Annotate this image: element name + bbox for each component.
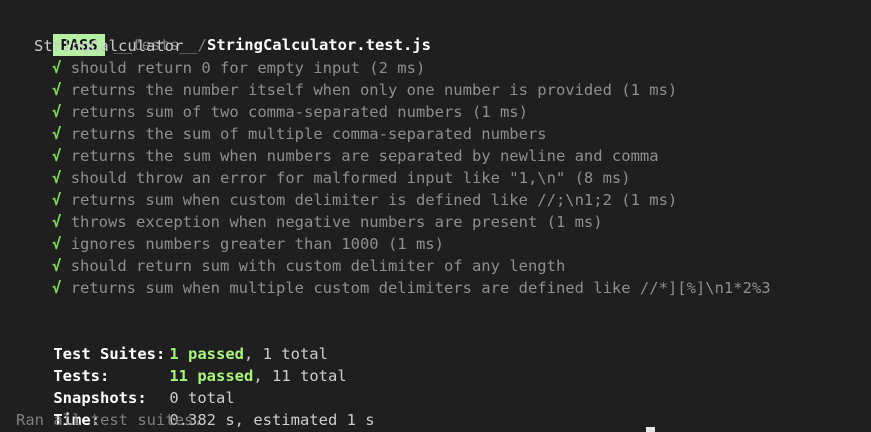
check-icon: √ bbox=[52, 279, 62, 297]
test-name: returns sum when multiple custom delimit… bbox=[70, 279, 771, 297]
terminal-cursor bbox=[646, 427, 655, 432]
summary-suites: Test Suites: 1 passed, 1 total bbox=[16, 321, 328, 363]
test-result-line: √ returns the number itself when only on… bbox=[52, 79, 677, 101]
tests-total: , 11 total bbox=[253, 367, 347, 385]
test-name: returns the sum when numbers are separat… bbox=[70, 147, 659, 165]
test-result-line: √ should throw an error for malformed in… bbox=[52, 167, 631, 189]
check-icon: √ bbox=[52, 147, 62, 165]
test-name: returns the sum of multiple comma-separa… bbox=[70, 125, 547, 143]
ran-all-message: Ran all test suites. bbox=[16, 411, 203, 429]
check-icon: √ bbox=[52, 103, 62, 121]
check-icon: √ bbox=[52, 257, 62, 275]
test-result-line: √ returns the sum of multiple comma-sepa… bbox=[52, 123, 547, 145]
test-name: returns sum of two comma-separated numbe… bbox=[70, 103, 528, 121]
test-name: ignores numbers greater than 1000 (1 ms) bbox=[70, 235, 444, 253]
check-icon: √ bbox=[52, 59, 62, 77]
test-name: should return sum with custom delimiter … bbox=[70, 257, 566, 275]
check-icon: √ bbox=[52, 81, 62, 99]
test-file-name: StringCalculator.test.js bbox=[206, 36, 431, 54]
test-result-line: √ should return sum with custom delimite… bbox=[52, 255, 565, 277]
check-icon: √ bbox=[52, 235, 62, 253]
test-name: should return 0 for empty input (2 ms) bbox=[70, 59, 426, 77]
test-name: returns sum when custom delimiter is def… bbox=[70, 191, 678, 209]
test-result-line: √ throws exception when negative numbers… bbox=[52, 211, 603, 233]
summary-tests: Tests: 11 passed, 11 total bbox=[16, 343, 346, 385]
test-result-line: √ returns sum when custom delimiter is d… bbox=[52, 189, 677, 211]
test-result-line: √ ignores numbers greater than 1000 (1 m… bbox=[52, 233, 444, 255]
test-name: throws exception when negative numbers a… bbox=[70, 213, 603, 231]
check-icon: √ bbox=[52, 169, 62, 187]
test-result-line: √ should return 0 for empty input (2 ms) bbox=[52, 57, 425, 79]
check-icon: √ bbox=[52, 191, 62, 209]
test-name: returns the number itself when only one … bbox=[70, 81, 678, 99]
terminal-output: PASS __tests__/StringCalculator.test.js S… bbox=[0, 0, 871, 432]
test-name: should throw an error for malformed inpu… bbox=[70, 169, 631, 187]
test-result-line: √ returns the sum when numbers are separ… bbox=[52, 145, 659, 167]
suite-name: StringCalculator bbox=[34, 37, 184, 55]
result-header: PASS __tests__/StringCalculator.test.js bbox=[16, 12, 431, 56]
test-result-line: √ returns sum of two comma-separated num… bbox=[52, 101, 528, 123]
summary-snapshots: Snapshots: 0 total bbox=[16, 365, 234, 407]
check-icon: √ bbox=[52, 125, 62, 143]
check-icon: √ bbox=[52, 213, 62, 231]
summary-time: Time: 0.382 s, estimated 1 s bbox=[16, 387, 374, 429]
test-result-line: √ returns sum when multiple custom delim… bbox=[52, 277, 771, 299]
